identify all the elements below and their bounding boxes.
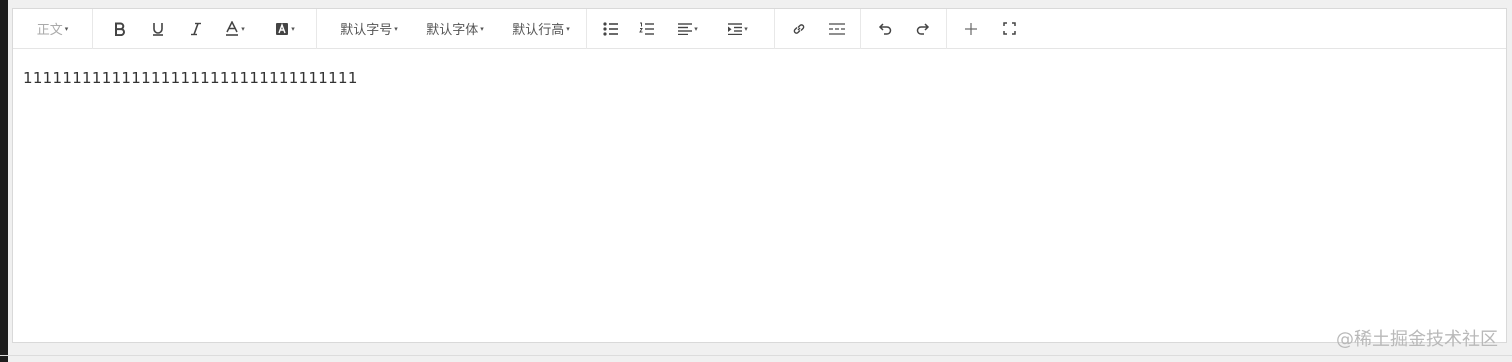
bold-icon [115,22,125,36]
editor-toolbar: 正文 ▾ ▾ ▾ 默认字号 ▾ 默认字体 ▾ 默认行高 ▾ ▾ ▾ [13,8,1506,49]
heading-select-label: 正文 [36,23,63,38]
undo-icon [878,23,892,35]
fullscreen-button[interactable] [997,14,1021,44]
watermark: @稀土掘金技术社区 [1336,329,1498,350]
fullscreen-icon [1002,22,1016,35]
italic-button[interactable] [181,14,211,44]
italic-icon [191,22,201,35]
content-text: 1111111111111111111111111111111111 [23,69,358,87]
chevron-down-icon: ▾ [566,24,570,33]
line-height-select[interactable]: 默认行高 ▾ [505,14,577,44]
link-icon [793,23,805,34]
chevron-down-icon: ▾ [394,24,398,33]
background-color-icon [276,22,289,35]
font-size-label: 默认字号 [340,23,393,38]
undo-button[interactable] [873,14,897,44]
indent-button[interactable]: ▾ [721,14,755,44]
align-button[interactable]: ▾ [671,14,705,44]
history-group [861,8,947,49]
font-options-group: 默认字号 ▾ 默认字体 ▾ 默认行高 ▾ [317,8,587,49]
font-family-label: 默认字体 [426,23,479,38]
chevron-down-icon: ▾ [64,24,69,33]
font-color-icon [226,21,239,36]
insert-group [775,8,861,49]
chevron-down-icon: ▾ [291,24,295,33]
font-family-select[interactable]: 默认字体 ▾ [419,14,491,44]
redo-icon [916,23,930,35]
chevron-down-icon: ▾ [241,24,245,33]
horizontal-rule-button[interactable] [825,14,849,44]
numbered-list-button[interactable] [635,14,659,44]
insert-more-button[interactable] [959,14,983,44]
bullet-list-icon [603,21,618,36]
link-button[interactable] [787,14,811,44]
window-edge [0,0,8,362]
underline-button[interactable] [143,14,173,44]
indent-icon [728,22,743,35]
align-left-icon [678,22,693,35]
horizontal-rule-icon [829,22,845,35]
font-size-select[interactable]: 默认字号 ▾ [333,14,405,44]
heading-group: 正文 ▾ [13,8,93,49]
divider [0,355,1512,356]
line-height-label: 默认行高 [512,23,565,38]
editor-content[interactable]: 1111111111111111111111111111111111 [13,49,1506,107]
chevron-down-icon: ▾ [744,24,748,33]
numbered-list-icon [639,22,654,35]
underline-icon [153,22,163,36]
paragraph-group: ▾ ▾ [587,8,775,49]
bold-button[interactable] [105,14,135,44]
extras-group [947,9,1037,49]
chevron-down-icon: ▾ [694,24,698,33]
plus-icon [965,22,977,35]
background-color-button[interactable]: ▾ [267,14,303,44]
chevron-down-icon: ▾ [480,24,484,33]
text-style-group: ▾ ▾ [93,8,317,49]
font-color-button[interactable]: ▾ [217,14,253,44]
rich-text-editor: 正文 ▾ ▾ ▾ 默认字号 ▾ 默认字体 ▾ 默认行高 ▾ ▾ ▾ 111111… [12,8,1507,343]
redo-button[interactable] [911,14,935,44]
heading-select[interactable]: 正文 ▾ [13,14,92,44]
bullet-list-button[interactable] [599,14,623,44]
